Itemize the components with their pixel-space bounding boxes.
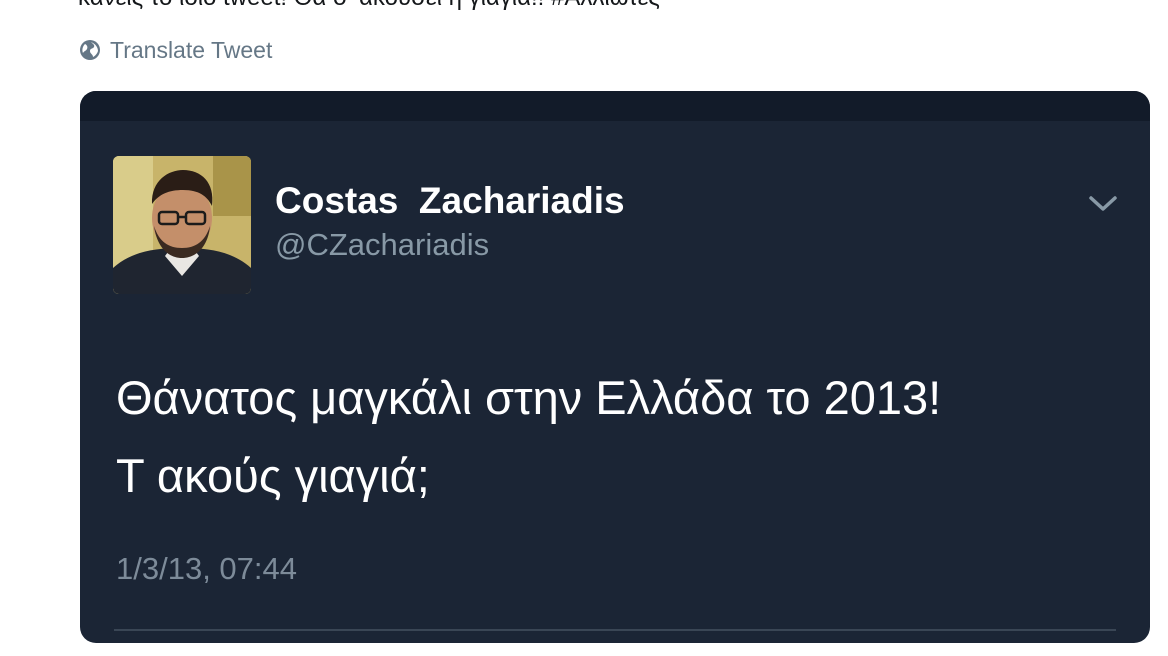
translate-tweet-link[interactable]: Translate Tweet xyxy=(79,36,272,64)
author-handle[interactable]: @CZachariadis xyxy=(275,225,625,265)
tweet-timestamp[interactable]: 1/3/13, 07:44 xyxy=(116,551,297,587)
embedded-tweet-card[interactable]: Costas Zachariadis @CZachariadis Θάνατος… xyxy=(80,91,1150,643)
chevron-down-icon[interactable] xyxy=(1088,193,1118,215)
tweet-text-partial: κανείς το ίδιο tweet! Θα σ' ακούσει η γι… xyxy=(78,0,660,12)
globe-icon xyxy=(79,39,101,61)
card-header-band xyxy=(80,91,1150,121)
author-display-name[interactable]: Costas Zachariadis xyxy=(275,179,625,223)
tweet-author[interactable]: Costas Zachariadis @CZachariadis xyxy=(275,179,625,265)
tweet-text-line: Τ ακούς γιαγιά; xyxy=(116,449,430,502)
avatar[interactable] xyxy=(113,156,251,294)
tweet-page: κανείς το ίδιο tweet! Θα σ' ακούσει η γι… xyxy=(0,0,1168,656)
tweet-text-line: Θάνατος μαγκάλι στην Ελλάδα το 2013! xyxy=(116,371,942,424)
divider xyxy=(114,629,1116,631)
embedded-tweet-text: Θάνατος μαγκάλι στην Ελλάδα το 2013! Τ α… xyxy=(116,359,1126,515)
translate-tweet-label: Translate Tweet xyxy=(110,36,273,63)
